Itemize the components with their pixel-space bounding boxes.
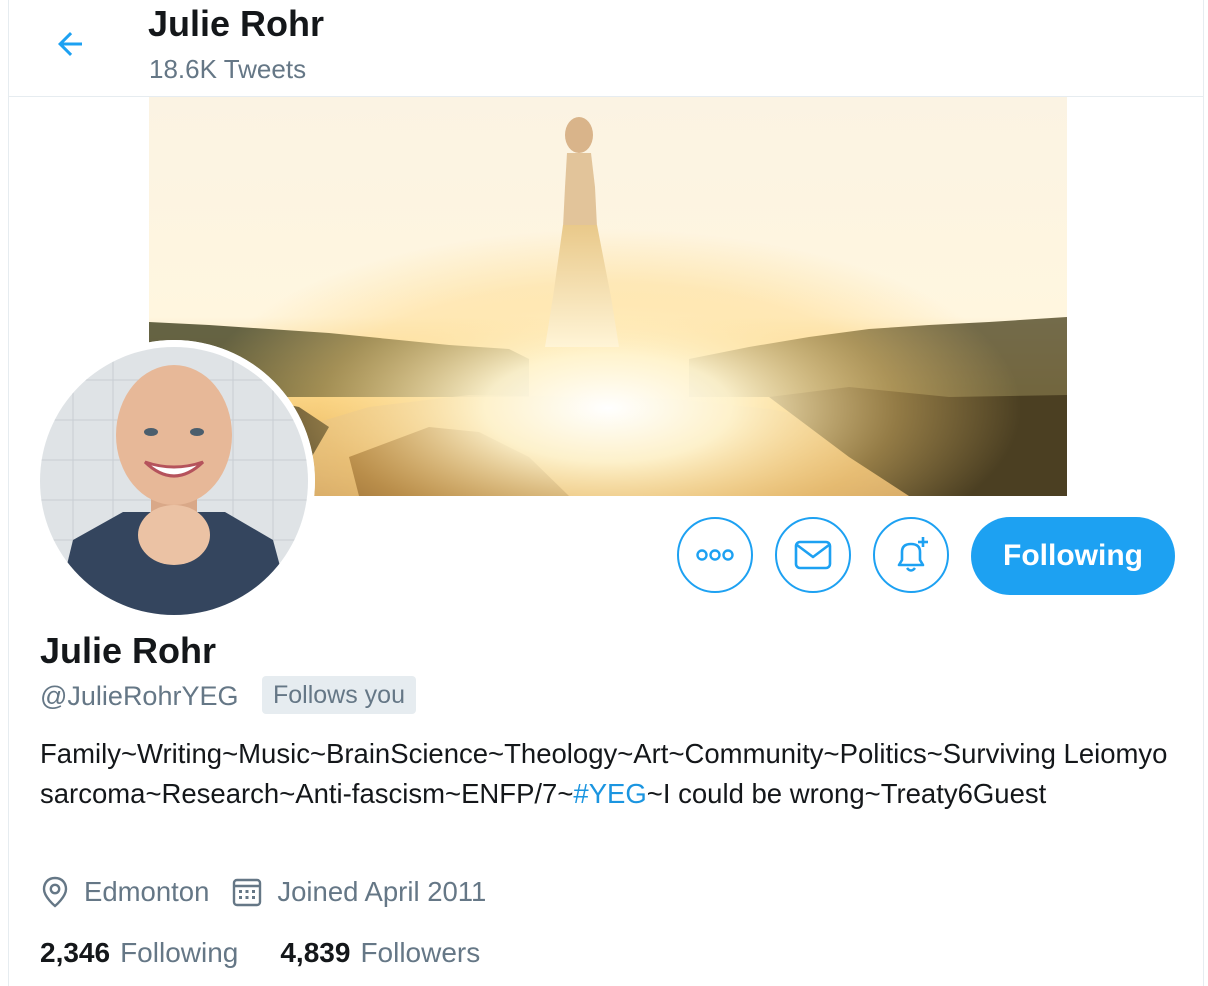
following-label: Following [120,937,239,968]
profile-handle: @JulieRohrYEG [40,681,239,711]
profile-avatar[interactable] [33,340,315,622]
following-count: 2,346 [40,937,111,968]
avatar-image [33,340,315,622]
more-icon [696,549,734,561]
profile-meta: Edmonton Joined April 2011 [40,872,486,912]
arrow-left-icon [58,32,82,56]
bio-hashtag-link[interactable]: #YEG [573,778,646,809]
following-link[interactable]: 2,346 Following [40,937,238,969]
header-tweet-count: 18.6K Tweets [149,54,307,84]
followers-label: Followers [360,937,481,968]
joined-item: Joined April 2011 [231,876,486,908]
notifications-button[interactable] [873,517,949,593]
back-button[interactable] [48,22,92,66]
header-title: Julie Rohr [148,3,325,44]
followers-count: 4,839 [280,937,351,968]
message-button[interactable] [775,517,851,593]
profile-stats: 2,346 Following 4,839 Followers [40,932,480,974]
more-button[interactable] [677,517,753,593]
envelope-icon [794,540,832,570]
profile-header: Julie Rohr 18.6K Tweets [8,0,1204,97]
following-button[interactable]: Following [971,517,1175,595]
joined-text: Joined April 2011 [277,876,487,907]
location-text: Edmonton [84,876,210,907]
bell-plus-icon [897,537,928,572]
location-item: Edmonton [40,876,209,908]
calendar-icon [233,878,262,907]
profile-bio: Family~Writing~Music~BrainScience~Theolo… [40,734,1180,814]
bio-text-end: ~I could be wrong~Treaty6Guest [646,778,1047,809]
follows-you-badge: Follows you [262,676,416,714]
followers-link[interactable]: 4,839 Followers [280,937,480,969]
location-pin-icon [42,876,68,908]
profile-display-name: Julie Rohr [40,630,217,671]
